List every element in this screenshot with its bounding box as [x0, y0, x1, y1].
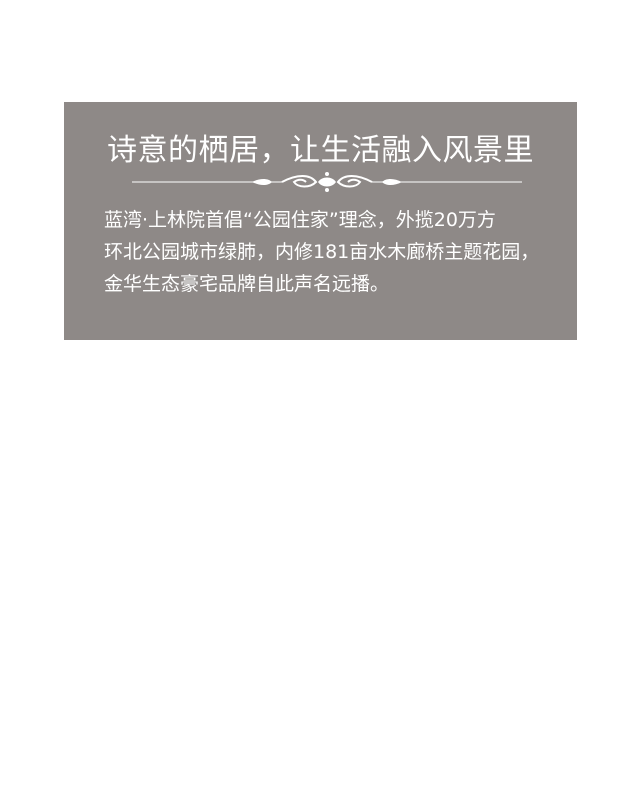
flourish-divider-icon	[132, 172, 522, 192]
description-line-1: 蓝湾·上林院首倡“公园住家”理念，外揽20万方	[104, 209, 496, 231]
panel-description: 蓝湾·上林院首倡“公园住家”理念，外揽20万方 环北公园城市绿肺，内修181亩水…	[104, 204, 569, 300]
description-line-2: 环北公园城市绿肺，内修181亩水木廊桥主题花园，	[104, 241, 540, 263]
panel-title: 诗意的栖居，让生活融入风景里	[107, 133, 534, 168]
intro-panel: 诗意的栖居，让生活融入风景里 蓝湾·上林院首倡“公园住家”理念，外揽20万方 环…	[64, 102, 577, 340]
description-line-3: 金华生态豪宅品牌自此声名远播。	[104, 273, 390, 295]
